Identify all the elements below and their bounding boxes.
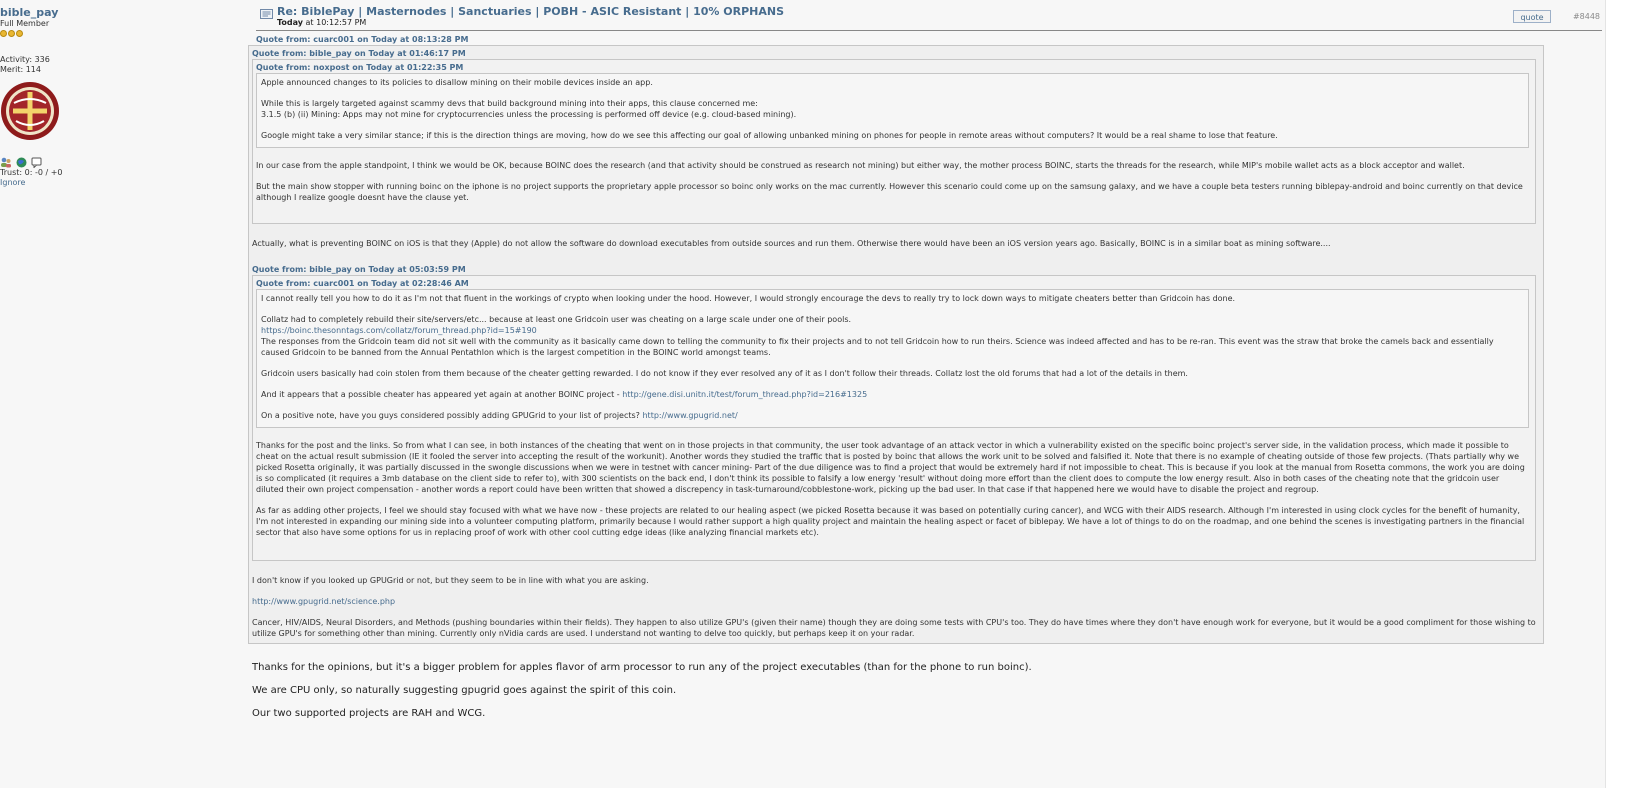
quote-box-cuarc001-outer: Quote from: bible_pay on Today at 01:46:…	[248, 45, 1544, 644]
globe-icon[interactable]	[16, 157, 27, 168]
post-header: Re: BiblePay | Masternodes | Sanctuaries…	[256, 0, 1602, 31]
quote-text: I cannot really tell you how to do it as…	[261, 294, 1236, 303]
quote-text: But the main show stopper with running b…	[256, 182, 1523, 202]
post-topic-icon	[260, 9, 273, 19]
quote-text: Actually, what is preventing BOINC on iO…	[252, 239, 1331, 248]
quote-header[interactable]: Quote from: cuarc001 on Today at 08:13:2…	[256, 35, 1602, 45]
post-text: Thanks for the opinions, but it's a bigg…	[252, 662, 1032, 673]
post-date-time: at 10:12:57 PM	[305, 18, 367, 27]
quote-text: And it appears that a possible cheater h…	[261, 390, 620, 399]
quote-header[interactable]: Quote from: bible_pay on Today at 05:03:…	[252, 265, 1536, 275]
author-activity: Activity: 336	[0, 55, 50, 64]
rank-star-icon	[16, 30, 23, 37]
post-date: Today at 10:12:57 PM	[277, 18, 366, 27]
quote-button[interactable]: quote	[1513, 10, 1551, 23]
quote-link[interactable]: https://boinc.thesonntags.com/collatz/fo…	[261, 326, 537, 335]
quote-text: While this is largely targeted against s…	[261, 99, 758, 108]
page-scroll-rail	[1605, 0, 1628, 788]
quote-header[interactable]: Quote from: cuarc001 on Today at 02:28:4…	[256, 279, 1529, 289]
quote-box-cuarc001-inner: I cannot really tell you how to do it as…	[256, 289, 1529, 428]
quote-text: Cancer, HIV/AIDS, Neural Disorders, and …	[252, 618, 1536, 638]
quote-text: Gridcoin users basically had coin stolen…	[261, 369, 1188, 378]
forum-post: Re: BiblePay | Masternodes | Sanctuaries…	[248, 0, 1602, 720]
post-body: Thanks for the opinions, but it's a bigg…	[252, 662, 1602, 720]
post-subject[interactable]: Re: BiblePay | Masternodes | Sanctuaries…	[277, 5, 784, 18]
quote-link[interactable]: http://www.gpugrid.net/	[642, 411, 737, 420]
quote-header[interactable]: Quote from: bible_pay on Today at 01:46:…	[252, 49, 1536, 59]
quote-box-noxpost: Apple announced changes to its policies …	[256, 73, 1529, 148]
quote-text: I don't know if you looked up GPUGrid or…	[252, 576, 649, 585]
author-trust: Trust: 0: -0 / +0	[0, 168, 63, 177]
quote-text: As far as adding other projects, I feel …	[256, 506, 1525, 537]
quote-box-bible-pay-2: Quote from: cuarc001 on Today at 02:28:4…	[252, 275, 1536, 561]
post-text: Our two supported projects are RAH and W…	[252, 708, 486, 719]
rank-stars	[0, 30, 240, 37]
quote-text: In our case from the apple standpoint, I…	[256, 161, 1465, 170]
quote-text: Apple announced changes to its policies …	[261, 78, 653, 87]
quote-text: On a positive note, have you guys consid…	[261, 411, 640, 420]
post-date-label: Today	[277, 18, 303, 27]
rank-star-icon	[0, 30, 7, 37]
quote-link[interactable]: http://gene.disi.unitn.it/test/forum_thr…	[622, 390, 867, 399]
quote-text: Thanks for the post and the links. So fr…	[256, 441, 1525, 494]
quote-box-bible-pay-1: Quote from: noxpost on Today at 01:22:35…	[252, 59, 1536, 224]
quote-text: Collatz had to completely rebuild their …	[261, 315, 852, 324]
quote-header[interactable]: Quote from: noxpost on Today at 01:22:35…	[256, 63, 1529, 73]
author-merit: Merit: 114	[0, 65, 41, 74]
rank-star-icon	[8, 30, 15, 37]
profile-actions	[0, 156, 240, 168]
quote-link[interactable]: http://www.gpugrid.net/science.php	[252, 597, 395, 606]
author-profile: bible_pay Full Member Activity: 336 Meri…	[0, 6, 240, 188]
author-rank: Full Member	[0, 19, 50, 28]
author-username[interactable]: bible_pay	[0, 6, 240, 19]
ignore-link[interactable]: Ignore	[0, 178, 240, 188]
profile-icon[interactable]	[0, 157, 12, 168]
personal-message-icon[interactable]	[31, 157, 42, 168]
quote-text: The responses from the Gridcoin team did…	[261, 337, 1494, 357]
avatar	[1, 82, 59, 140]
quote-text: Google might take a very similar stance;…	[261, 131, 1278, 140]
post-text: We are CPU only, so naturally suggesting…	[252, 685, 677, 696]
post-number[interactable]: #8448	[1573, 12, 1600, 21]
quote-text: 3.1.5 (b) (ii) Mining: Apps may not mine…	[261, 110, 797, 119]
